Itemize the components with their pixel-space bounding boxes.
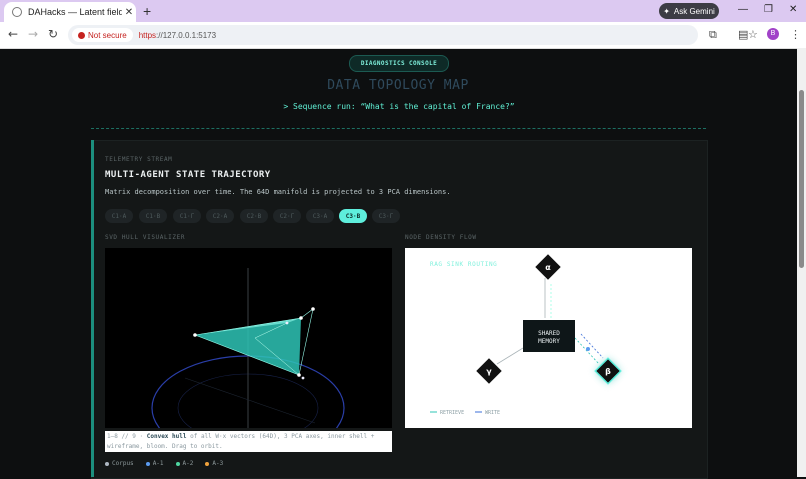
shared-memory-line1: SHARED (538, 330, 560, 337)
panel-heading: MULTI-AGENT STATE TRAJECTORY (105, 170, 271, 180)
globe-icon (12, 7, 22, 17)
ask-gemini-label: Ask Gemini (673, 6, 715, 16)
pill-c3-a[interactable]: C3·A (306, 209, 334, 223)
pill-c2-g[interactable]: C2·Γ (273, 209, 301, 223)
legend-item-corpus: Corpus (105, 460, 134, 467)
telemetry-kicker: TELEMETRY STREAM (105, 156, 173, 163)
forward-icon[interactable]: → (28, 27, 38, 41)
hull-caption: 1–8 // 9 · Convex hull of all W·x vector… (105, 431, 392, 452)
close-window-icon[interactable]: ✕ (789, 4, 797, 15)
hull-vertex (297, 373, 301, 377)
gamma-label: γ (486, 367, 492, 376)
pill-c1-b[interactable]: C1·B (139, 209, 167, 223)
grid-line (184, 377, 316, 424)
svd-hull-canvas[interactable] (105, 248, 392, 428)
hull-svg (151, 268, 345, 428)
pill-c1-a[interactable]: C1·A (105, 209, 133, 223)
url-text: https://127.0.0.1:5173 (138, 30, 217, 40)
legend-item-a3: A-3 (205, 460, 223, 467)
edge-beta-write (580, 333, 604, 359)
legend-item-a2: A-2 (175, 460, 193, 467)
browser-tab[interactable]: DAHacks — Latent field ✕ (4, 2, 136, 22)
flow-packet (586, 347, 590, 351)
edge-gamma (496, 347, 524, 365)
hull-title: SVD HULL VISUALIZER (105, 234, 186, 241)
menu-icon[interactable]: ⋮ (790, 28, 801, 41)
diagnostics-badge: DIAGNOSTICS CONSOLE (349, 55, 449, 72)
pill-c3-g[interactable]: C3·Γ (372, 209, 400, 223)
flow-svg: RAG SINK ROUTING SHARED MEMORY α γ β RET… (430, 254, 622, 416)
extensions-icon[interactable]: ⧉ (709, 28, 717, 42)
minimize-icon[interactable]: — (738, 4, 748, 15)
restore-icon[interactable]: ❐ (764, 4, 773, 15)
not-secure-chip[interactable]: Not secure (72, 28, 133, 42)
alpha-label: α (545, 263, 551, 272)
hull-vertex (299, 316, 303, 320)
page-title: DATA TOPOLOGY MAP (327, 78, 469, 93)
hull-vertex (311, 307, 315, 311)
sequence-subtitle: > Sequence run: “What is the capital of … (283, 102, 515, 111)
pill-c1-g[interactable]: C1·Γ (173, 209, 201, 223)
tab-title: DAHacks — Latent field (28, 7, 122, 17)
ask-gemini-button[interactable]: ✦ Ask Gemini (659, 3, 719, 19)
back-icon[interactable]: ← (8, 27, 18, 41)
pill-c3-b[interactable]: C3·B (339, 209, 367, 223)
side-panel-icon[interactable]: ▤ (738, 28, 748, 41)
legend-item-a1: A-1 (145, 460, 164, 467)
close-tab-icon[interactable]: ✕ (122, 7, 136, 18)
node-density-flow[interactable]: RAG SINK ROUTING SHARED MEMORY α γ β RET… (405, 248, 692, 428)
pill-c2-a[interactable]: C2·A (206, 209, 234, 223)
warning-icon (78, 31, 85, 39)
legend-write: WRITE (485, 410, 500, 416)
legend-retrieve: RETRIEVE (440, 410, 464, 416)
bookmark-star-icon[interactable]: ☆ (748, 28, 758, 41)
edge-beta-retrieve (574, 337, 600, 365)
not-secure-label: Not secure (88, 30, 127, 40)
beta-label: β (605, 367, 611, 376)
hull-vertex (301, 376, 305, 380)
hull-vertex (193, 333, 197, 337)
new-tab-button[interactable]: + (143, 3, 151, 19)
shared-memory-line2: MEMORY (538, 338, 560, 345)
dashed-divider (91, 128, 706, 129)
pill-c2-b[interactable]: C2·B (240, 209, 268, 223)
hull-vertex (285, 321, 289, 325)
sparkle-icon: ✦ (663, 6, 670, 16)
address-bar[interactable]: Not secure https://127.0.0.1:5173 ☆ (68, 25, 758, 45)
rag-routing-label: RAG SINK ROUTING (430, 261, 497, 268)
reload-icon[interactable]: ↻ (48, 27, 58, 41)
hull-legend: Corpus A-1 A-2 A-3 (105, 460, 223, 467)
flow-title: NODE DENSITY FLOW (405, 234, 477, 241)
panel-accent-bar (91, 140, 94, 477)
tab-strip: DAHacks — Latent field ✕ + ✦ Ask Gemini … (0, 0, 806, 22)
browser-toolbar: ← → ↻ Not secure https://127.0.0.1:5173 … (0, 22, 806, 49)
scrollbar-thumb[interactable] (799, 90, 804, 268)
profile-avatar[interactable]: B (767, 28, 779, 40)
panel-description: Matrix decomposition over time. The 64D … (105, 188, 451, 196)
